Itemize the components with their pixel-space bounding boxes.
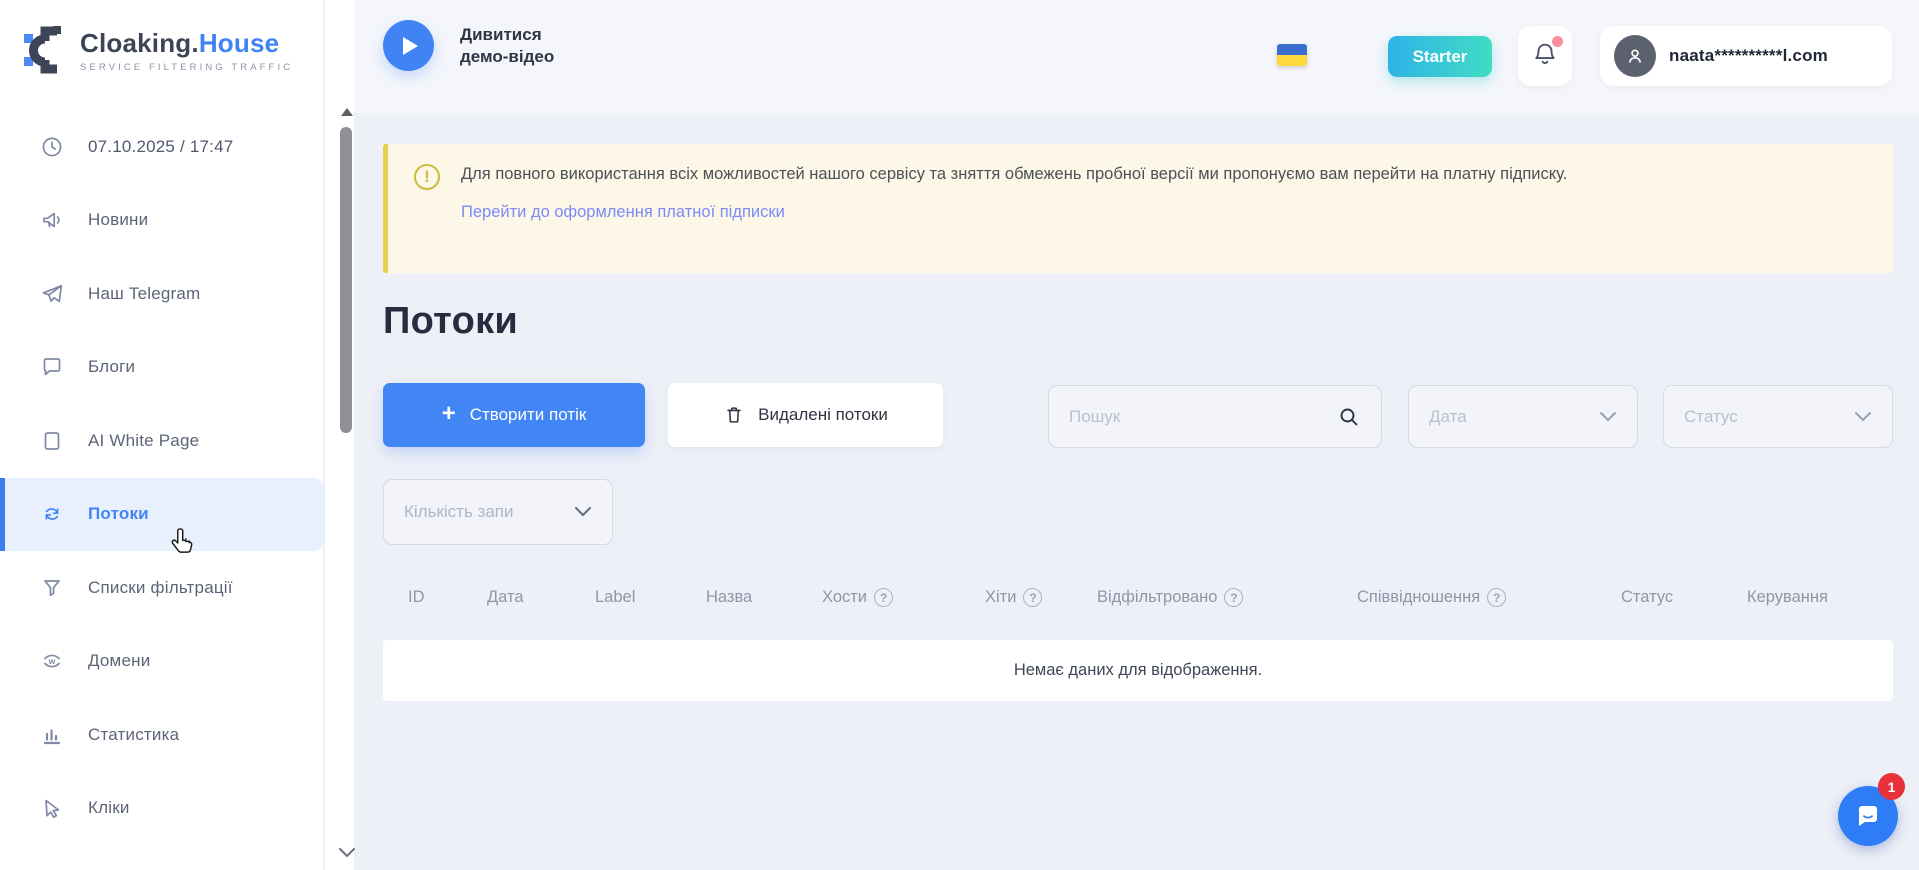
brand-logo-icon: [24, 24, 68, 76]
column-header-id: ID: [408, 588, 425, 607]
per-page-select[interactable]: Кількість запи: [383, 479, 613, 545]
search-field: [1048, 385, 1382, 448]
search-input[interactable]: [1069, 407, 1337, 427]
sidebar-item-label: Домени: [88, 651, 150, 671]
date-filter-select[interactable]: Дата: [1408, 385, 1638, 448]
brand-name: Cloaking.House: [80, 28, 293, 59]
sidebar-item-telegram[interactable]: Наш Telegram: [0, 257, 324, 331]
column-header-filtered: Відфільтровано?: [1097, 588, 1243, 607]
sidebar-item-label: Списки фільтрації: [88, 578, 233, 598]
chat-bubble-icon: [1853, 801, 1883, 831]
sidebar-item-ai-white-page[interactable]: AI White Page: [0, 404, 324, 478]
cursor-icon: [40, 796, 64, 820]
sidebar: Cloaking.House SERVICE FILTERING TRAFFIC…: [0, 0, 324, 870]
notification-dot: [1552, 36, 1563, 47]
app-root: Дивитися демо-відео Starter naata*******…: [0, 0, 1919, 870]
sidebar-item-filter-lists[interactable]: Списки фільтрації: [0, 551, 324, 625]
help-icon[interactable]: ?: [1224, 588, 1243, 607]
column-header-actions: Керування: [1747, 588, 1828, 607]
sidebar-item-label: 07.10.2025 / 17:47: [88, 137, 233, 157]
brand-logo[interactable]: Cloaking.House SERVICE FILTERING TRAFFIC: [24, 24, 293, 76]
column-header-label: Label: [595, 588, 635, 607]
telegram-icon: [40, 282, 64, 306]
megaphone-icon: [40, 208, 64, 232]
sidebar-item-label: Новини: [88, 210, 148, 230]
chat-unread-badge: 1: [1878, 773, 1905, 800]
deleted-streams-button[interactable]: Видалені потоки: [668, 383, 943, 447]
column-header-ratio: Співвідношення?: [1357, 588, 1506, 607]
column-header-hits: Хіти?: [985, 588, 1042, 607]
warning-icon: !: [414, 164, 440, 190]
sidebar-item-label: Кліки: [88, 798, 130, 818]
sidebar-scroll-down-chevron[interactable]: [338, 846, 356, 864]
help-icon[interactable]: ?: [874, 588, 893, 607]
language-flag-ukraine[interactable]: [1277, 44, 1307, 66]
page-title: Потоки: [383, 300, 518, 343]
page-icon: [40, 429, 64, 453]
brand-tagline: SERVICE FILTERING TRAFFIC: [80, 62, 293, 73]
status-filter-select[interactable]: Статус: [1663, 385, 1893, 448]
play-icon[interactable]: [383, 20, 434, 71]
search-icon[interactable]: [1337, 405, 1361, 429]
funnel-icon: [40, 576, 64, 600]
table-empty-state: Немає даних для відображення.: [383, 640, 1893, 701]
svg-text:w: w: [48, 656, 56, 666]
help-icon[interactable]: ?: [1487, 588, 1506, 607]
user-account-button[interactable]: naata**********l.com: [1600, 26, 1892, 86]
plan-badge-button[interactable]: Starter: [1388, 36, 1492, 77]
column-header-name: Назва: [706, 588, 752, 607]
sidebar-datetime: 07.10.2025 / 17:47: [0, 110, 324, 184]
sync-icon: [40, 502, 64, 526]
sidebar-nav: 07.10.2025 / 17:47 Новини Наш Telegram Б…: [0, 110, 324, 845]
watch-demo-label: Дивитися демо-відео: [460, 24, 570, 68]
domains-icon: w: [40, 649, 64, 673]
upgrade-subscription-link[interactable]: Перейти до оформлення платної підписки: [461, 203, 785, 222]
column-header-date: Дата: [487, 588, 524, 607]
trial-warning-banner: ! Для повного використання всіх можливос…: [383, 144, 1893, 273]
stats-icon: [40, 723, 64, 747]
chevron-down-icon: [1854, 411, 1872, 423]
sidebar-item-label: Блоги: [88, 357, 135, 377]
create-stream-button[interactable]: + Створити потік: [383, 383, 645, 447]
sidebar-item-label: Статистика: [88, 725, 179, 745]
sidebar-scrollbar-thumb[interactable]: [340, 127, 352, 433]
empty-state-text: Немає даних для відображення.: [1014, 661, 1262, 680]
notifications-button[interactable]: [1518, 26, 1572, 86]
sidebar-item-statistics[interactable]: Статистика: [0, 698, 324, 772]
sidebar-item-label: Наш Telegram: [88, 284, 200, 304]
chevron-down-icon: [574, 506, 592, 518]
column-header-hosts: Хости?: [822, 588, 893, 607]
clock-icon: [40, 135, 64, 159]
sidebar-item-domains[interactable]: w Домени: [0, 625, 324, 699]
user-email: naata**********l.com: [1669, 46, 1828, 66]
sidebar-item-blogs[interactable]: Блоги: [0, 331, 324, 405]
watch-demo-button[interactable]: Дивитися демо-відео: [383, 20, 570, 71]
help-icon[interactable]: ?: [1023, 588, 1042, 607]
sidebar-item-streams[interactable]: Потоки: [0, 478, 324, 552]
column-header-status: Статус: [1621, 588, 1673, 607]
sidebar-scroll-up-arrow[interactable]: [341, 108, 353, 116]
sidebar-item-news[interactable]: Новини: [0, 184, 324, 258]
sidebar-item-label: AI White Page: [88, 431, 199, 451]
sidebar-item-clicks[interactable]: Кліки: [0, 772, 324, 846]
trash-icon: [723, 404, 745, 426]
trial-warning-text: Для повного використання всіх можливосте…: [461, 162, 1567, 190]
topbar: Дивитися демо-відео Starter naata*******…: [354, 0, 1919, 113]
chat-icon: [40, 355, 64, 379]
chevron-down-icon: [1599, 411, 1617, 423]
avatar: [1614, 35, 1656, 77]
sidebar-item-label: Потоки: [88, 504, 149, 524]
